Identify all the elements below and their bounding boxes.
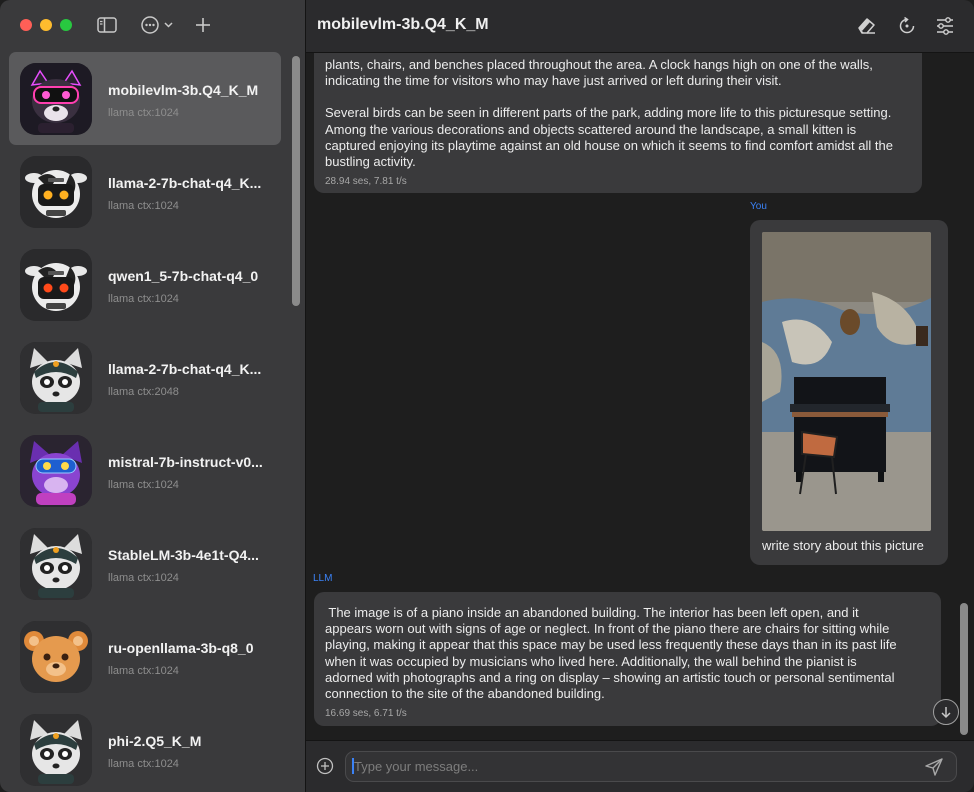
chat-scrollbar[interactable] — [960, 603, 968, 735]
chat-title: phi-2.Q5_K_M — [108, 733, 202, 749]
robot-avatar-icon — [20, 63, 92, 135]
chat-title: mobilevlm-3b.Q4_K_M — [108, 82, 259, 98]
new-chat-plus-icon[interactable] — [193, 14, 213, 36]
zoom-window-button[interactable] — [60, 19, 72, 31]
message-stats: 28.94 ses, 7.81 t/s — [325, 176, 407, 188]
assistant-message: plants, chairs, and benches placed throu… — [314, 53, 922, 193]
close-window-button[interactable] — [20, 19, 32, 31]
sender-label: You — [750, 201, 767, 212]
sidebar: mobilevlm-3b.Q4_K_M llama ctx:1024 llama… — [0, 0, 306, 792]
sidebar-scrollbar[interactable] — [292, 56, 300, 306]
chat-item[interactable]: StableLM-3b-4e1t-Q4... llama ctx:1024 — [9, 517, 281, 610]
message-line: captured enjoying its playtime against a… — [325, 137, 893, 153]
message-line: Among the various decorations and object… — [325, 121, 857, 137]
raccoon-avatar-icon — [20, 342, 92, 414]
raccoon-avatar-icon — [20, 528, 92, 600]
chat-item[interactable]: mistral-7b-instruct-v0... llama ctx:1024 — [9, 424, 281, 517]
message-line: plants, chairs, and benches placed throu… — [325, 57, 873, 72]
chat-subtitle: llama ctx:2048 — [108, 386, 179, 398]
chat-title: llama-2-7b-chat-q4_K... — [108, 361, 262, 377]
chat-title: llama-2-7b-chat-q4_K... — [108, 175, 262, 191]
message-line: adorned with photographs and a ring on d… — [325, 669, 895, 685]
settings-sliders-icon[interactable] — [933, 14, 957, 38]
text-caret — [352, 758, 354, 774]
message-line: indicating the time for visitors who may… — [325, 73, 782, 89]
message-list[interactable]: plants, chairs, and benches placed throu… — [306, 53, 974, 740]
chat-item[interactable]: qwen1_5-7b-chat-q4_0 llama ctx:1024 — [9, 238, 281, 331]
message-line: Several birds can be seen in different p… — [325, 105, 892, 121]
message-line: when it was occupied by musicians who li… — [325, 653, 857, 669]
chat-title-heading: mobilevlm-3b.Q4_K_M — [317, 16, 489, 33]
chat-list: mobilevlm-3b.Q4_K_M llama ctx:1024 llama… — [9, 52, 281, 792]
send-icon[interactable] — [923, 756, 945, 778]
chat-item[interactable]: phi-2.Q5_K_M llama ctx:1024 — [9, 703, 281, 792]
chat-item[interactable]: llama-2-7b-chat-q4_K... llama ctx:2048 — [9, 331, 281, 424]
chat-subtitle: llama ctx:1024 — [108, 293, 179, 305]
chat-item[interactable]: llama-2-7b-chat-q4_K... llama ctx:1024 — [9, 145, 281, 238]
assistant-message: The image is of a piano inside an abando… — [314, 592, 941, 726]
sidebar-toggle-icon[interactable] — [96, 14, 118, 36]
sidebar-toolbar — [0, 0, 305, 52]
message-stats: 16.69 ses, 6.71 t/s — [325, 708, 407, 720]
chat-title: ru-openllama-3b-q8_0 — [108, 640, 254, 656]
purple-cat-avatar-icon — [20, 435, 92, 507]
chat-subtitle: llama ctx:1024 — [108, 758, 179, 770]
chat-item[interactable]: mobilevlm-3b.Q4_K_M llama ctx:1024 — [9, 52, 281, 145]
message-line: connection to the site of the abandoned … — [325, 686, 605, 702]
message-line: appears worn out with signs of age or ne… — [325, 621, 890, 637]
sender-label: LLM — [313, 573, 333, 584]
plus-circle-icon[interactable] — [316, 757, 334, 775]
message-input[interactable] — [345, 751, 957, 782]
minimize-window-button[interactable] — [40, 19, 52, 31]
bear-avatar-icon — [20, 621, 92, 693]
chat-header: mobilevlm-3b.Q4_K_M — [306, 0, 974, 53]
reload-icon[interactable] — [895, 14, 919, 38]
attached-photo-piano[interactable] — [762, 232, 931, 531]
chat-subtitle: llama ctx:1024 — [108, 107, 179, 119]
chat-title: StableLM-3b-4e1t-Q4... — [108, 547, 259, 563]
message-line: playing, making it appear that this spac… — [325, 637, 897, 653]
chat-subtitle: llama ctx:1024 — [108, 479, 179, 491]
chat-title: qwen1_5-7b-chat-q4_0 — [108, 268, 259, 284]
more-options-icon[interactable] — [140, 14, 176, 36]
user-message: write story about this picture — [750, 220, 948, 565]
chat-pane: mobilevlm-3b.Q4_K_M plants, chairs, and … — [306, 0, 974, 792]
message-line: bustling activity. — [325, 154, 416, 170]
chat-item[interactable]: ru-openllama-3b-q8_0 llama ctx:1024 — [9, 610, 281, 703]
robot-cow-avatar-icon — [20, 156, 92, 228]
chat-subtitle: llama ctx:1024 — [108, 665, 179, 677]
eraser-icon[interactable] — [854, 14, 878, 38]
chat-subtitle: llama ctx:1024 — [108, 572, 179, 584]
raccoon-avatar-icon — [20, 714, 92, 786]
robot-cow-avatar-icon — [20, 249, 92, 321]
composer — [306, 740, 974, 792]
message-line: The image is of a piano inside an abando… — [325, 605, 859, 620]
chat-title: mistral-7b-instruct-v0... — [108, 454, 263, 470]
user-message-text: write story about this picture — [762, 538, 924, 553]
chat-subtitle: llama ctx:1024 — [108, 200, 179, 212]
arrow-down-circle-icon[interactable] — [933, 699, 959, 725]
app-window: mobilevlm-3b.Q4_K_M llama ctx:1024 llama… — [0, 0, 974, 792]
